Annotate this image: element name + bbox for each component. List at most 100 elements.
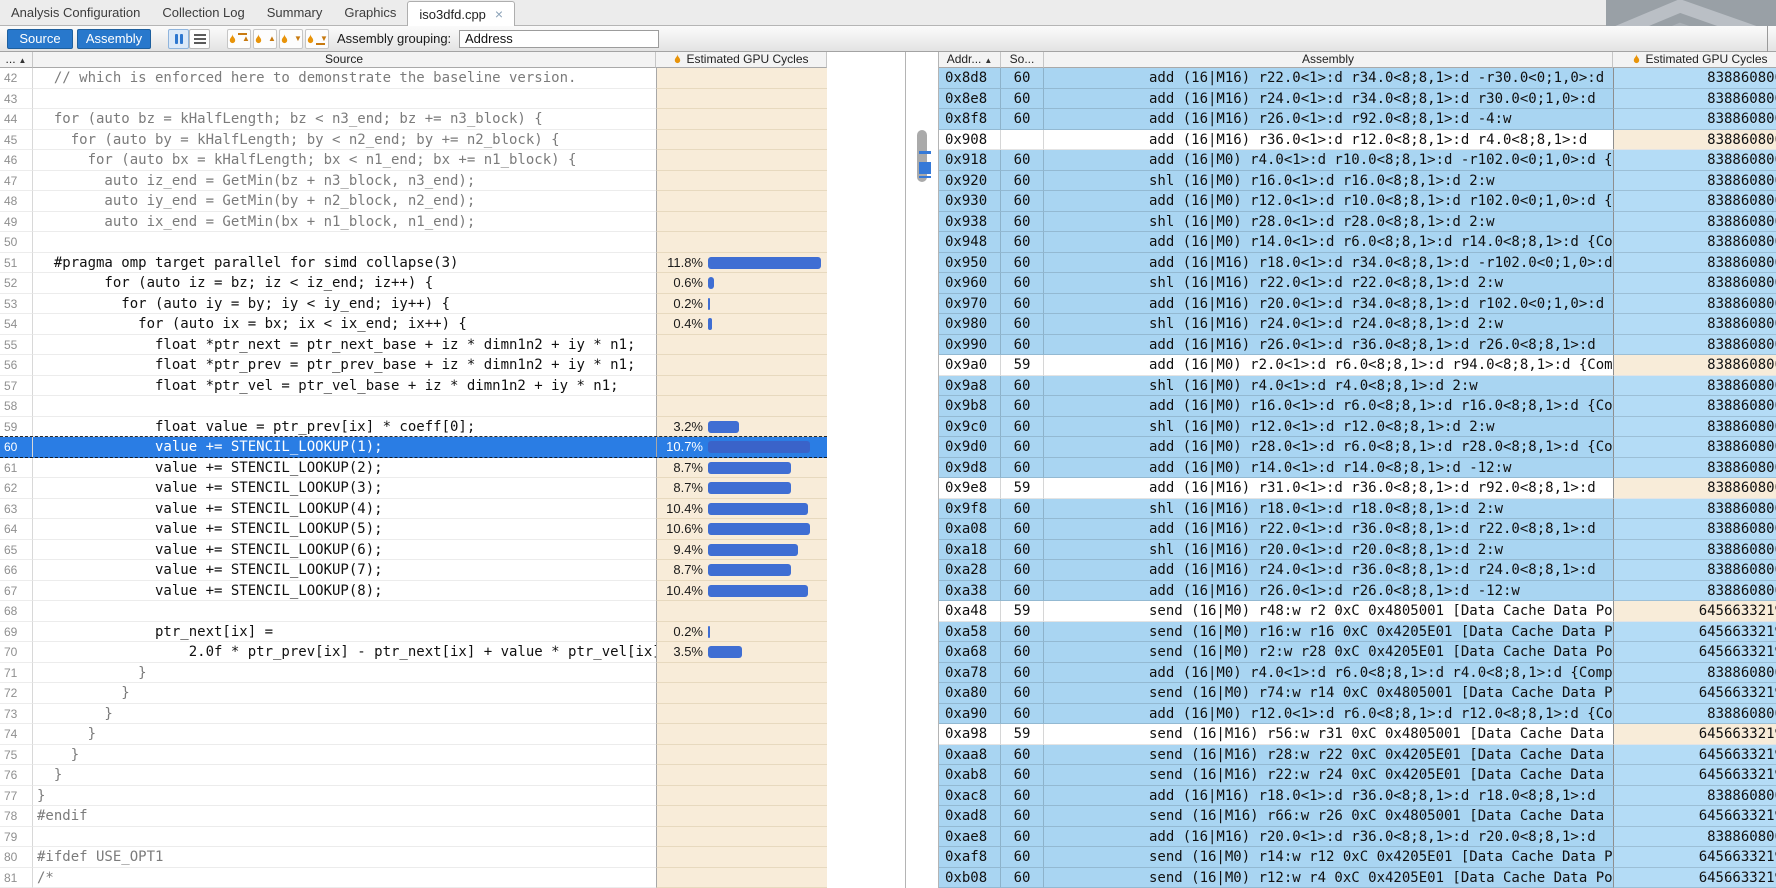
asm-row[interactable]: 0x8d860add (16|M16) r22.0<1>:d r34.0<8;8… bbox=[939, 68, 1776, 89]
asm-row[interactable]: 0xa9859send (16|M16) r56:w r31 0xC 0x480… bbox=[939, 724, 1776, 745]
asm-row[interactable]: 0xa9060add (16|M0) r12.0<1>:d r6.0<8;8,1… bbox=[939, 704, 1776, 725]
asm-row[interactable]: 0x98060shl (16|M16) r24.0<1>:d r24.0<8;8… bbox=[939, 314, 1776, 335]
source-row[interactable]: 74 } bbox=[0, 724, 827, 745]
source-line-ref-column-header[interactable]: So... bbox=[1001, 52, 1044, 68]
list-view-icon[interactable] bbox=[189, 29, 210, 49]
asm-row[interactable]: 0x97060add (16|M16) r20.0<1>:d r34.0<8;8… bbox=[939, 294, 1776, 315]
asm-row[interactable]: 0xa6860send (16|M0) r2:w r28 0xC 0x4205E… bbox=[939, 642, 1776, 663]
source-row[interactable]: 60 value += STENCIL_LOOKUP(1);10.7% bbox=[0, 437, 827, 458]
asm-row[interactable]: 0xa0860add (16|M16) r22.0<1>:d r36.0<8;8… bbox=[939, 519, 1776, 540]
source-row[interactable]: 56 float *ptr_prev = ptr_prev_base + iz … bbox=[0, 355, 827, 376]
prev-hotspot-up-icon[interactable]: ▲ bbox=[253, 29, 277, 49]
asm-row[interactable]: 0xaa860send (16|M16) r28:w r22 0xC 0x420… bbox=[939, 745, 1776, 766]
pause-icon[interactable] bbox=[168, 29, 189, 49]
source-row[interactable]: 50 bbox=[0, 232, 827, 253]
source-row[interactable]: 52 for (auto iz = bz; iz < iz_end; iz++)… bbox=[0, 273, 827, 294]
assembly-column-header[interactable]: Assembly bbox=[1044, 52, 1613, 68]
asm-row[interactable]: 0xa7860add (16|M0) r4.0<1>:d r6.0<8;8,1>… bbox=[939, 663, 1776, 684]
tab-collection-log[interactable]: Collection Log bbox=[151, 0, 255, 25]
asm-row[interactable]: 0xad860send (16|M16) r66:w r26 0xC 0x480… bbox=[939, 806, 1776, 827]
source-row[interactable]: 70 2.0f * ptr_prev[ix] - ptr_next[ix] + … bbox=[0, 642, 827, 663]
asm-row[interactable]: 0xa1860shl (16|M16) r20.0<1>:d r20.0<8;8… bbox=[939, 540, 1776, 561]
asm-row[interactable]: 0xb0860send (16|M0) r12:w r4 0xC 0x4205E… bbox=[939, 868, 1776, 888]
jump-to-hottest-up-icon[interactable]: ▲ bbox=[227, 29, 251, 49]
source-row[interactable]: 73 } bbox=[0, 704, 827, 725]
source-row[interactable]: 81/* bbox=[0, 868, 827, 888]
address-column-header[interactable]: Addr...▲ bbox=[939, 52, 1001, 68]
assembly-grouping-select[interactable]: Address bbox=[459, 30, 659, 48]
source-row[interactable]: 53 for (auto iy = by; iy < iy_end; iy++)… bbox=[0, 294, 827, 315]
tab-analysis-configuration[interactable]: Analysis Configuration bbox=[0, 0, 151, 25]
asm-row[interactable]: 0xa5860send (16|M0) r16:w r16 0xC 0x4205… bbox=[939, 622, 1776, 643]
source-row[interactable]: 71 } bbox=[0, 663, 827, 684]
source-row[interactable]: 62 value += STENCIL_LOOKUP(3);8.7% bbox=[0, 478, 827, 499]
close-icon[interactable]: × bbox=[495, 7, 503, 21]
asm-row[interactable]: 0x8e860add (16|M16) r24.0<1>:d r34.0<8;8… bbox=[939, 89, 1776, 110]
asm-row[interactable]: 0x99060add (16|M16) r26.0<1>:d r36.0<8;8… bbox=[939, 335, 1776, 356]
asm-row[interactable]: 0x9f860shl (16|M16) r18.0<1>:d r18.0<8;8… bbox=[939, 499, 1776, 520]
asm-row[interactable]: 0xa2860add (16|M16) r24.0<1>:d r36.0<8;8… bbox=[939, 560, 1776, 581]
source-cycles-column-header[interactable]: Estimated GPU Cycles bbox=[656, 52, 827, 68]
source-row[interactable]: 51 #pragma omp target parallel for simd … bbox=[0, 253, 827, 274]
assembly-view-button[interactable]: Assembly bbox=[77, 29, 151, 49]
asm-row[interactable]: 0x9d060add (16|M0) r28.0<1>:d r6.0<8;8,1… bbox=[939, 437, 1776, 458]
asm-row[interactable]: 0x93860shl (16|M0) r28.0<1>:d r28.0<8;8,… bbox=[939, 212, 1776, 233]
asm-row[interactable]: 0x92060shl (16|M0) r16.0<1>:d r16.0<8;8,… bbox=[939, 171, 1776, 192]
jump-to-hottest-down-icon[interactable]: ▼ bbox=[305, 29, 329, 49]
source-row[interactable]: 72 } bbox=[0, 683, 827, 704]
source-row[interactable]: 47 auto iz_end = GetMin(bz + n3_block, n… bbox=[0, 171, 827, 192]
asm-row[interactable]: 0xaf860send (16|M0) r14:w r12 0xC 0x4205… bbox=[939, 847, 1776, 868]
source-row[interactable]: 67 value += STENCIL_LOOKUP(8);10.4% bbox=[0, 581, 827, 602]
source-row[interactable]: 75 } bbox=[0, 745, 827, 766]
asm-row[interactable]: 0xa8060send (16|M0) r74:w r14 0xC 0x4805… bbox=[939, 683, 1776, 704]
source-pane-scrollbar[interactable] bbox=[917, 130, 927, 182]
source-row[interactable]: 55 float *ptr_next = ptr_next_base + iz … bbox=[0, 335, 827, 356]
source-row[interactable]: 58 bbox=[0, 396, 827, 417]
asm-row[interactable]: 0x9b860add (16|M0) r16.0<1>:d r6.0<8;8,1… bbox=[939, 396, 1776, 417]
asm-row[interactable]: 0x908add (16|M16) r36.0<1>:d r12.0<8;8,1… bbox=[939, 130, 1776, 151]
asm-row[interactable]: 0x94860add (16|M0) r14.0<1>:d r6.0<8;8,1… bbox=[939, 232, 1776, 253]
source-line-column-header[interactable]: ...▲ bbox=[0, 52, 33, 68]
source-row[interactable]: 57 float *ptr_vel = ptr_vel_base + iz * … bbox=[0, 376, 827, 397]
source-row[interactable]: 44 for (auto bz = kHalfLength; bz < n3_e… bbox=[0, 109, 827, 130]
source-row[interactable]: 77} bbox=[0, 786, 827, 807]
asm-row[interactable]: 0xae860add (16|M16) r20.0<1>:d r36.0<8;8… bbox=[939, 827, 1776, 848]
asm-row[interactable]: 0xab860send (16|M16) r22:w r24 0xC 0x420… bbox=[939, 765, 1776, 786]
source-row[interactable]: 64 value += STENCIL_LOOKUP(5);10.6% bbox=[0, 519, 827, 540]
source-view-button[interactable]: Source bbox=[7, 29, 73, 49]
source-row[interactable]: 54 for (auto ix = bx; ix < ix_end; ix++)… bbox=[0, 314, 827, 335]
asm-row[interactable]: 0x95060add (16|M16) r18.0<1>:d r34.0<8;8… bbox=[939, 253, 1776, 274]
tab-graphics[interactable]: Graphics bbox=[333, 0, 407, 25]
asm-row[interactable]: 0x9d860add (16|M0) r14.0<1>:d r14.0<8;8,… bbox=[939, 458, 1776, 479]
asm-row[interactable]: 0x93060add (16|M0) r12.0<1>:d r10.0<8;8,… bbox=[939, 191, 1776, 212]
source-row[interactable]: 46 for (auto bx = kHalfLength; bx < n1_e… bbox=[0, 150, 827, 171]
asm-row[interactable]: 0xac860add (16|M16) r18.0<1>:d r36.0<8;8… bbox=[939, 786, 1776, 807]
source-row[interactable]: 49 auto ix_end = GetMin(bx + n1_block, n… bbox=[0, 212, 827, 233]
assembly-cycles-column-header[interactable]: Estimated GPU Cycles bbox=[1613, 52, 1776, 68]
asm-row[interactable]: 0x9c060shl (16|M0) r12.0<1>:d r12.0<8;8,… bbox=[939, 417, 1776, 438]
source-row[interactable]: 69 ptr_next[ix] =0.2% bbox=[0, 622, 827, 643]
asm-row[interactable]: 0xa4859send (16|M0) r48:w r2 0xC 0x48050… bbox=[939, 601, 1776, 622]
source-row[interactable]: 43 bbox=[0, 89, 827, 110]
asm-row[interactable]: 0x96060shl (16|M16) r22.0<1>:d r22.0<8;8… bbox=[939, 273, 1776, 294]
source-row[interactable]: 48 auto iy_end = GetMin(by + n2_block, n… bbox=[0, 191, 827, 212]
source-row[interactable]: 78#endif bbox=[0, 806, 827, 827]
source-row[interactable]: 76 } bbox=[0, 765, 827, 786]
next-hotspot-down-icon[interactable]: ▼ bbox=[279, 29, 303, 49]
asm-row[interactable]: 0x91860add (16|M0) r4.0<1>:d r10.0<8;8,1… bbox=[939, 150, 1776, 171]
tab-summary[interactable]: Summary bbox=[256, 0, 334, 25]
source-column-header[interactable]: Source bbox=[33, 52, 656, 68]
source-row[interactable]: 59 float value = ptr_prev[ix] * coeff[0]… bbox=[0, 417, 827, 438]
source-row[interactable]: 80#ifdef USE_OPT1 bbox=[0, 847, 827, 868]
source-row[interactable]: 61 value += STENCIL_LOOKUP(2);8.7% bbox=[0, 458, 827, 479]
source-row[interactable]: 65 value += STENCIL_LOOKUP(6);9.4% bbox=[0, 540, 827, 561]
tab-iso3dfd-cpp[interactable]: iso3dfd.cpp × bbox=[407, 1, 515, 26]
source-row[interactable]: 66 value += STENCIL_LOOKUP(7);8.7% bbox=[0, 560, 827, 581]
asm-row[interactable]: 0x9a059add (16|M0) r2.0<1>:d r6.0<8;8,1>… bbox=[939, 355, 1776, 376]
asm-row[interactable]: 0x8f860add (16|M16) r26.0<1>:d r92.0<8;8… bbox=[939, 109, 1776, 130]
source-row[interactable]: 63 value += STENCIL_LOOKUP(4);10.4% bbox=[0, 499, 827, 520]
asm-row[interactable]: 0x9a860shl (16|M0) r4.0<1>:d r4.0<8;8,1>… bbox=[939, 376, 1776, 397]
asm-row[interactable]: 0xa3860add (16|M16) r26.0<1>:d r26.0<8;8… bbox=[939, 581, 1776, 602]
source-row[interactable]: 68 bbox=[0, 601, 827, 622]
asm-row[interactable]: 0x9e859add (16|M16) r31.0<1>:d r36.0<8;8… bbox=[939, 478, 1776, 499]
